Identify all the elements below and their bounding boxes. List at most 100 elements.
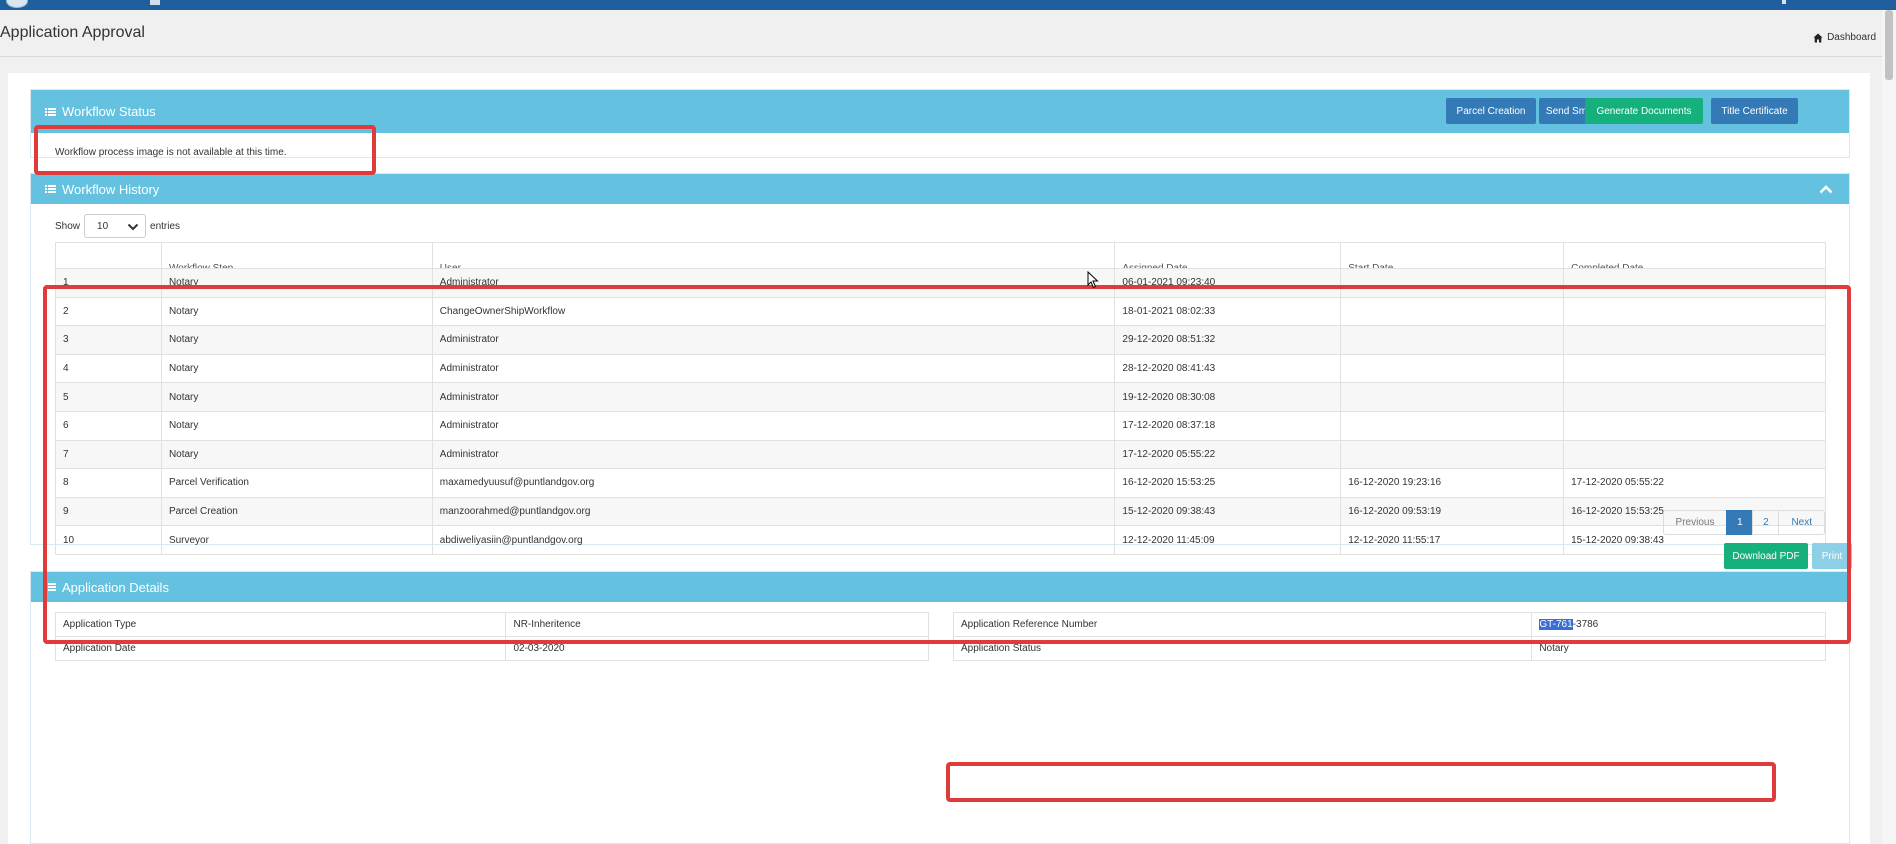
workflow-status-title: Workflow Status	[62, 104, 156, 119]
column-header-assigned-date[interactable]: Assigned Date	[1114, 242, 1342, 269]
row-index: 4	[55, 353, 162, 384]
application-type-value: NR-Inheritence	[505, 612, 929, 637]
row-user: Administrator	[431, 353, 1116, 384]
row-assigned-date: 16-12-2020 15:53:25	[1114, 468, 1342, 498]
top-navbar	[0, 0, 1896, 10]
row-workflow-step: Notary	[160, 439, 433, 470]
row-completed-date	[1563, 382, 1826, 412]
row-completed-date	[1563, 353, 1826, 384]
download-pdf-button[interactable]: Download PDF	[1724, 543, 1808, 569]
pagination-page-1[interactable]: 1	[1726, 510, 1754, 535]
row-start-date	[1340, 296, 1565, 327]
reference-number-label: Application Reference Number	[952, 612, 1533, 637]
main-content: Workflow Status Parcel Creation Send Sms…	[8, 73, 1870, 844]
logo[interactable]	[6, 0, 28, 8]
brand-name	[150, 0, 160, 5]
user-menu[interactable]	[1782, 0, 1786, 4]
row-workflow-step: Surveyor	[160, 525, 433, 555]
reference-number-selected-text[interactable]: GT-761	[1539, 619, 1573, 630]
breadcrumb[interactable]: Dashboard	[1813, 32, 1876, 43]
row-start-date	[1340, 410, 1565, 441]
chevron-up-icon[interactable]	[1819, 184, 1833, 194]
pagination-previous[interactable]: Previous	[1662, 510, 1728, 535]
application-status-label: Application Status	[952, 636, 1533, 661]
application-details-title: Application Details	[62, 579, 169, 595]
column-header-start-date[interactable]: Start Date	[1340, 242, 1565, 269]
application-date-value: 02-03-2020	[505, 636, 929, 661]
application-details-header: Application Details	[31, 572, 1849, 602]
row-user: Administrator	[431, 382, 1116, 412]
row-workflow-step: Notary	[160, 353, 433, 384]
table-row: 9 Parcel Creation manzoorahmed@puntlandgov…	[55, 496, 1826, 527]
row-start-date	[1340, 439, 1565, 470]
reference-number-value: GT-761-3786	[1531, 612, 1826, 637]
pagination: Previous 1 2 Next	[1662, 510, 1825, 535]
table-row: 4 Notary Administrator 28-12-2020 08:41:43	[55, 353, 1826, 384]
row-workflow-step: Notary	[160, 410, 433, 441]
row-assigned-date: 15-12-2020 09:38:43	[1114, 496, 1342, 527]
table-row: 8 Parcel Verification maxamedyuusuf@puntla…	[55, 468, 1826, 498]
title-certificate-button[interactable]: Title Certificate	[1711, 98, 1798, 124]
row-workflow-step: Notary	[160, 268, 433, 298]
table-row: Application Status Notary	[952, 636, 1826, 661]
row-index: 5	[55, 382, 162, 412]
entries-value: 10	[97, 220, 109, 232]
row-user: manzoorahmed@puntlandgov.org	[431, 496, 1116, 527]
row-start-date	[1340, 382, 1565, 412]
pagination-next[interactable]: Next	[1778, 510, 1825, 535]
show-label: Show	[55, 220, 81, 232]
entries-select[interactable]: 10	[84, 214, 147, 238]
row-start-date: 12-12-2020 11:55:17	[1340, 525, 1565, 555]
row-workflow-step: Parcel Creation	[160, 496, 433, 527]
row-assigned-date: 17-12-2020 08:37:18	[1114, 410, 1342, 441]
table-row: 7 Notary Administrator 17-12-2020 05:55:22	[55, 439, 1826, 470]
entries-length-control: Show 10 entries	[55, 214, 180, 238]
scrollbar-thumb[interactable]	[1885, 10, 1893, 80]
table-row: 3 Notary Administrator 29-12-2020 08:51:32	[55, 325, 1826, 355]
row-assigned-date: 29-12-2020 08:51:32	[1114, 325, 1342, 355]
row-workflow-step: Parcel Verification	[160, 468, 433, 498]
workflow-image-message: Workflow process image is not available …	[55, 147, 287, 158]
row-start-date: 16-12-2020 19:23:16	[1340, 468, 1565, 498]
parcel-creation-button[interactable]: Parcel Creation	[1446, 98, 1536, 124]
row-assigned-date: 17-12-2020 05:55:22	[1114, 439, 1342, 470]
list-icon	[45, 583, 56, 591]
column-header-completed-date[interactable]: Completed Date	[1563, 242, 1826, 269]
row-index: 1	[55, 268, 162, 298]
row-user: abdiweliyasiin@puntlandgov.org	[431, 525, 1116, 555]
row-completed-date: 17-12-2020 05:55:22	[1563, 468, 1826, 498]
chevron-down-icon	[127, 223, 139, 231]
row-workflow-step: Notary	[160, 382, 433, 412]
page-title: Application Approval	[0, 24, 145, 41]
workflow-history-rows: 1 Notary Administrator 06-01-2021 09:23:40 2…	[55, 268, 1826, 555]
row-user: maxamedyuusuf@puntlandgov.org	[431, 468, 1116, 498]
row-start-date: 16-12-2020 09:53:19	[1340, 496, 1565, 527]
row-completed-date	[1563, 268, 1826, 298]
column-header-user[interactable]: User	[431, 242, 1116, 269]
row-user: Administrator	[431, 325, 1116, 355]
row-completed-date	[1563, 325, 1826, 355]
application-date-label: Application Date	[54, 636, 507, 661]
row-assigned-date: 12-12-2020 11:45:09	[1114, 525, 1342, 555]
workflow-status-header: Workflow Status Parcel Creation Send Sms…	[31, 90, 1849, 133]
generate-documents-button[interactable]: Generate Documents	[1585, 98, 1703, 124]
workflow-history-header[interactable]: Workflow History	[31, 174, 1849, 204]
column-header-workflow-step[interactable]: Workflow Step	[160, 242, 433, 269]
row-index: 8	[55, 468, 162, 498]
page-header: Application Approval Dashboard	[0, 10, 1896, 57]
table-row: 1 Notary Administrator 06-01-2021 09:23:40	[55, 268, 1826, 298]
application-status-value: Notary	[1531, 636, 1826, 661]
row-completed-date	[1563, 296, 1826, 327]
row-workflow-step: Notary	[160, 296, 433, 327]
row-index: 2	[55, 296, 162, 327]
row-assigned-date: 06-01-2021 09:23:40	[1114, 268, 1342, 298]
row-user: Administrator	[431, 268, 1116, 298]
pagination-page-2[interactable]: 2	[1752, 510, 1780, 535]
breadcrumb-dashboard[interactable]: Dashboard	[1827, 32, 1876, 43]
column-header-index[interactable]	[55, 242, 162, 269]
page-scrollbar[interactable]	[1882, 10, 1896, 844]
print-button[interactable]: Print	[1812, 543, 1852, 569]
table-row: Application Type NR-Inheritence	[54, 612, 929, 637]
mouse-cursor-icon	[1087, 271, 1099, 289]
table-row: 2 Notary ChangeOwnerShipWorkflow 18-01-2021…	[55, 296, 1826, 327]
